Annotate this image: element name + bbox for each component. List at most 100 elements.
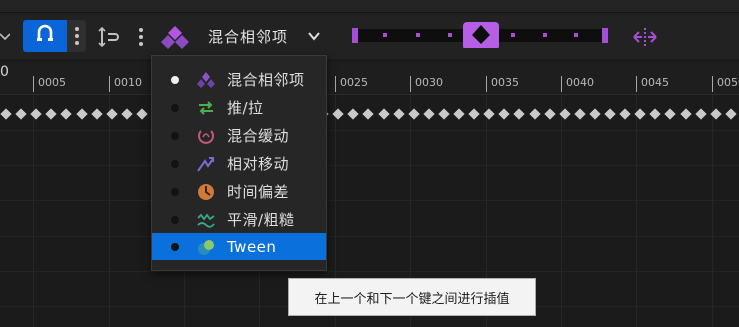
- chevron-down-icon[interactable]: [0, 26, 11, 46]
- menu-item-push-pull[interactable]: 推/拉: [152, 94, 326, 121]
- smooth-rough-icon: [197, 211, 215, 229]
- grid-line: [109, 95, 110, 327]
- track-row-divider: [0, 200, 739, 201]
- track-row-divider: [0, 130, 739, 131]
- blend-mode-menu: 混合相邻项 推/拉 混合缓动 相对移动 时间偏差 平滑/粗糙 Tween: [151, 55, 327, 271]
- track-row-divider: [0, 271, 739, 272]
- keyframe-diamond[interactable]: [634, 108, 646, 120]
- keyframe-diamond[interactable]: [649, 108, 661, 120]
- keyframe-diamond[interactable]: [121, 108, 133, 120]
- menu-item-smooth-rough[interactable]: 平滑/粗糙: [152, 206, 326, 233]
- menu-item-time-offset[interactable]: 时间偏差: [152, 178, 326, 205]
- more-vertical-icon[interactable]: [134, 24, 148, 50]
- keyframe-diamond[interactable]: [378, 108, 390, 120]
- keyframe-diamond[interactable]: [91, 108, 103, 120]
- tooltip: 在上一个和下一个键之间进行插值: [288, 278, 536, 316]
- keyframe-row[interactable]: [0, 108, 739, 122]
- keyframe-diamond[interactable]: [0, 108, 12, 120]
- menu-item-label: 推/拉: [227, 99, 264, 117]
- radio-bullet-icon: [171, 215, 179, 224]
- keyframe-diamond[interactable]: [60, 108, 72, 120]
- grid-line: [33, 95, 34, 327]
- top-strip: [0, 0, 739, 13]
- keyframe-diamond[interactable]: [468, 108, 480, 120]
- menu-item-blend-neighbor[interactable]: 混合相邻项: [152, 66, 326, 93]
- keyframe-diamond[interactable]: [347, 108, 359, 120]
- keyframe-diamond[interactable]: [45, 108, 57, 120]
- ruler-tick: 0035: [486, 76, 519, 92]
- insert-time-icon[interactable]: [96, 24, 122, 50]
- transform-keys-icon[interactable]: [632, 25, 658, 49]
- grid-line: [636, 95, 637, 327]
- menu-item-label: 平滑/粗糙: [227, 211, 295, 229]
- keyframe-diamond[interactable]: [513, 108, 525, 120]
- keyframe-diamond[interactable]: [619, 108, 631, 120]
- menu-item-move-relative[interactable]: 相对移动: [152, 150, 326, 177]
- keyframe-diamond[interactable]: [332, 108, 344, 120]
- radio-bullet-icon: [171, 131, 179, 140]
- keyframe-diamond[interactable]: [529, 108, 541, 120]
- blend-ease-icon: [197, 127, 215, 145]
- grid-line: [561, 95, 562, 327]
- ruler-tick: 0010: [109, 76, 142, 92]
- move-relative-icon: [197, 155, 215, 173]
- snap-options-button[interactable]: [67, 20, 86, 52]
- blend-keys-icon[interactable]: [160, 23, 190, 51]
- chevron-down-icon[interactable]: [306, 28, 322, 44]
- menu-item-tween[interactable]: Tween: [152, 233, 326, 260]
- menu-item-label: Tween: [227, 237, 277, 256]
- ruler-start-label: 0: [0, 64, 9, 80]
- menu-item-label: 时间偏差: [227, 183, 290, 201]
- tween-icon: [197, 238, 215, 256]
- more-vertical-icon: [74, 27, 79, 45]
- ruler-tick: 0030: [410, 76, 443, 92]
- keyframe-diamond[interactable]: [544, 108, 556, 120]
- keyframe-diamond[interactable]: [408, 108, 420, 120]
- blend-neighbor-icon: [197, 71, 215, 89]
- blend-slider[interactable]: [352, 22, 608, 48]
- keyframe-diamond[interactable]: [30, 108, 42, 120]
- keyframe-diamond[interactable]: [604, 108, 616, 120]
- ruler-tick: 0045: [636, 76, 669, 92]
- snap-toggle-button[interactable]: [23, 20, 67, 52]
- keyframe-diamond[interactable]: [76, 108, 88, 120]
- keyframe-diamond[interactable]: [438, 108, 450, 120]
- ruler-tick: 0050: [712, 76, 739, 92]
- ruler-tick: 0025: [335, 76, 368, 92]
- timeline-ruler[interactable]: 0 0005 0010 0015 0020 0025 0030 0035 004…: [0, 62, 739, 95]
- menu-item-label: 混合缓动: [227, 127, 290, 145]
- radio-bullet-icon: [171, 242, 179, 251]
- keyframe-diamond[interactable]: [695, 108, 707, 120]
- keyframe-diamond[interactable]: [106, 108, 118, 120]
- keyframe-diamond[interactable]: [423, 108, 435, 120]
- radio-bullet-icon: [171, 159, 179, 168]
- track-row-divider: [0, 165, 739, 166]
- keyframe-diamond[interactable]: [710, 108, 722, 120]
- keyframe-diamond[interactable]: [498, 108, 510, 120]
- menu-item-label: 混合相邻项: [227, 71, 305, 89]
- keyframe-diamond[interactable]: [453, 108, 465, 120]
- keyframe-diamond[interactable]: [136, 108, 148, 120]
- push-pull-icon: [197, 99, 215, 117]
- keyframe-diamond[interactable]: [574, 108, 586, 120]
- radio-bullet-icon: [171, 75, 179, 84]
- keyframe-diamond[interactable]: [15, 108, 27, 120]
- track-row-divider: [0, 236, 739, 237]
- menu-item-blend-ease[interactable]: 混合缓动: [152, 122, 326, 149]
- keyframe-diamond[interactable]: [725, 108, 737, 120]
- keyframe-diamond[interactable]: [664, 108, 676, 120]
- keyframe-diamond[interactable]: [680, 108, 692, 120]
- keyframe-diamond[interactable]: [362, 108, 374, 120]
- keyframe-diamond[interactable]: [393, 108, 405, 120]
- ruler-tick: 0005: [33, 76, 66, 92]
- time-offset-icon: [197, 183, 215, 201]
- radio-bullet-icon: [171, 103, 179, 112]
- magnet-snap-icon: [34, 23, 56, 49]
- ruler-tick: 0040: [561, 76, 594, 92]
- menu-item-label: 相对移动: [227, 155, 290, 173]
- keyframe-diamond[interactable]: [559, 108, 571, 120]
- keyframe-diamond[interactable]: [589, 108, 601, 120]
- keyframe-diamond[interactable]: [483, 108, 495, 120]
- blend-mode-label[interactable]: 混合相邻项: [208, 26, 288, 47]
- grid-line: [712, 95, 713, 327]
